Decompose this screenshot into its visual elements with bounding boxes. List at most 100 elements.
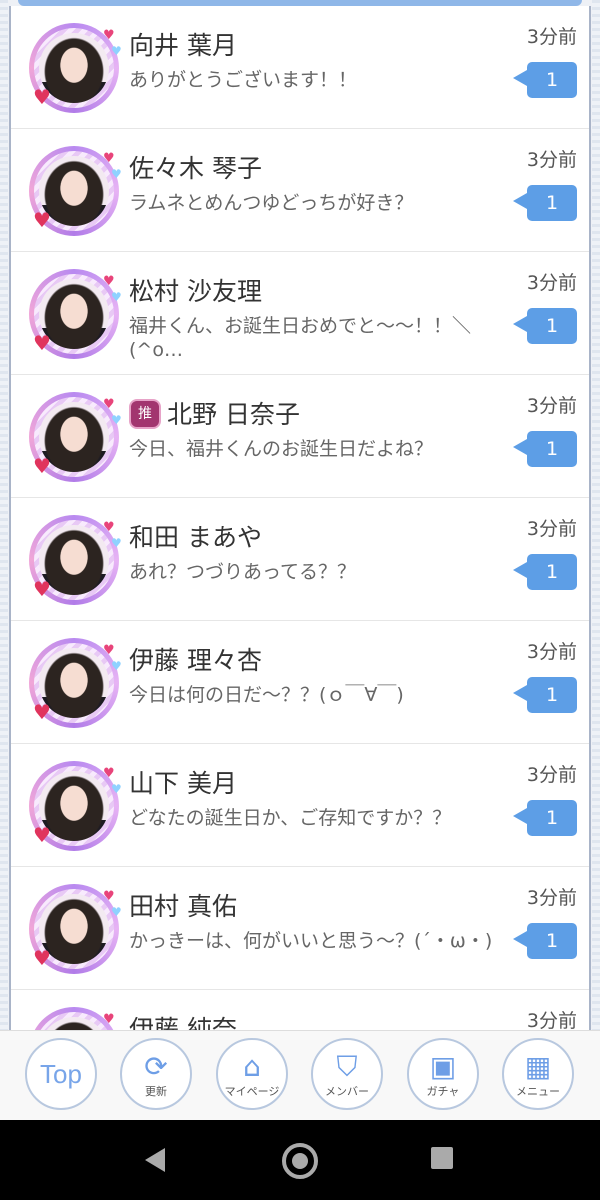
oshi-badge: 推 <box>129 399 161 429</box>
last-message: 福井くん、お誕生日おめでと〜〜！！＼(^o… <box>129 315 472 361</box>
nav-mypage-button[interactable]: ⌂ マイページ <box>216 1038 288 1110</box>
member-name: 和田 まあや <box>129 523 262 552</box>
avatar: ♥ ♥ ♥ <box>29 392 122 482</box>
member-name: 伊藤 理々杏 <box>129 646 262 675</box>
last-message: 今日は何の日だ〜？？(ｏ￣∀￣) <box>129 684 404 706</box>
heart-icon: ♥ <box>33 577 51 601</box>
background-pattern-right <box>592 0 600 1030</box>
heart-icon: ♥ <box>111 290 122 304</box>
heart-icon: ♥ <box>103 28 115 43</box>
chat-row[interactable]: ♥ ♥ ♥ 田村 真佑 かっきーは、何がいいと思う〜？(´・ω・) 3分前 1 <box>11 867 589 990</box>
back-icon[interactable] <box>145 1148 165 1172</box>
timestamp: 3分前 <box>526 272 577 294</box>
nav-menu-button[interactable]: ▦ メニュー <box>502 1038 574 1110</box>
menu-label: メニュー <box>516 1085 560 1098</box>
timestamp: 3分前 <box>526 641 577 663</box>
grid-icon: ▦ <box>524 1050 552 1083</box>
last-message: どなたの誕生日か、ご存知ですか？？ <box>129 807 452 829</box>
member-name: 北野 日奈子 <box>167 400 300 429</box>
nav-gacha-button[interactable]: ▣ ガチャ <box>407 1038 479 1110</box>
heart-icon: ♥ <box>33 700 51 724</box>
chat-row[interactable]: ♥ ♥ ♥ 向井 葉月 ありがとうございます！！ 3分前 1 <box>11 6 589 129</box>
member-name: 伊藤 純奈 <box>129 1015 237 1030</box>
avatar: ♥ ♥ ♥ <box>29 761 122 851</box>
avatar: ♥ <box>29 1007 119 1030</box>
refresh-icon: ⟳ <box>144 1050 168 1083</box>
heart-icon: ♥ <box>103 889 115 904</box>
house-icon: ⌂ <box>243 1050 261 1083</box>
heart-icon: ♥ <box>33 331 51 355</box>
chat-row[interactable]: ♥ ♥ ♥ 山下 美月 どなたの誕生日か、ご存知ですか？？ 3分前 1 <box>11 744 589 867</box>
unread-badge: 1 <box>513 554 577 590</box>
heart-icon: ♥ <box>33 85 51 109</box>
chat-row[interactable]: ♥ ♥ ♥ 推北野 日奈子 今日、福井くんのお誕生日だよね？ 3分前 1 <box>11 375 589 498</box>
chat-row[interactable]: ♥ ♥ ♥ 和田 まあや あれ？つづりあってる？？ 3分前 1 <box>11 498 589 621</box>
last-message: ラムネとめんつゆどっちが好き？ <box>129 192 414 214</box>
heart-icon: ♥ <box>33 946 51 970</box>
timestamp: 3分前 <box>526 26 577 48</box>
nav-top-button[interactable]: Top <box>25 1038 97 1110</box>
heart-icon: ♥ <box>33 823 51 847</box>
unread-badge: 1 <box>513 677 577 713</box>
last-message: かっきーは、何がいいと思う〜？(´・ω・) <box>129 930 493 952</box>
avatar: ♥ ♥ ♥ <box>29 884 122 974</box>
heart-icon: ♥ <box>33 208 51 232</box>
heart-icon: ♥ <box>103 397 115 412</box>
member-label: メンバー <box>325 1085 369 1098</box>
top-label: Top <box>40 1059 82 1089</box>
heart-icon: ♥ <box>111 782 122 796</box>
timestamp: 3分前 <box>526 149 577 171</box>
timestamp: 3分前 <box>526 764 577 786</box>
refresh-label: 更新 <box>145 1085 167 1098</box>
member-name: 佐々木 琴子 <box>129 154 262 183</box>
avatar: ♥ ♥ ♥ <box>29 269 122 359</box>
recents-icon[interactable] <box>431 1147 453 1169</box>
heart-icon: ♥ <box>103 520 115 535</box>
chat-list[interactable]: ♥ ♥ ♥ 向井 葉月 ありがとうございます！！ 3分前 1 ♥ ♥ ♥ 佐々木 琴子 … <box>9 6 591 1030</box>
nav-refresh-button[interactable]: ⟳ 更新 <box>120 1038 192 1110</box>
nav-member-button[interactable]: ⛉ メンバー <box>311 1038 383 1110</box>
timestamp: 3分前 <box>526 518 577 540</box>
home-icon[interactable] <box>282 1143 318 1179</box>
mypage-label: マイページ <box>224 1085 280 1098</box>
member-name: 田村 真佑 <box>129 892 237 921</box>
member-photo <box>39 1017 109 1030</box>
heart-icon: ♥ <box>111 536 122 550</box>
background-pattern-left <box>0 0 8 1030</box>
heart-icon: ♥ <box>111 413 122 427</box>
heart-icon: ♥ <box>111 167 122 181</box>
heart-icon: ♥ <box>103 151 115 166</box>
timestamp: 3分前 <box>526 395 577 417</box>
card-icon: ▣ <box>429 1050 457 1083</box>
last-message: ありがとうございます！！ <box>129 69 358 91</box>
chat-row[interactable]: ♥ ♥ ♥ 佐々木 琴子 ラムネとめんつゆどっちが好き？ 3分前 1 <box>11 129 589 252</box>
last-message: あれ？つづりあってる？？ <box>129 561 357 583</box>
last-message: 今日、福井くんのお誕生日だよね？ <box>129 438 434 460</box>
heart-icon: ♥ <box>103 766 115 781</box>
unread-badge: 1 <box>513 62 577 98</box>
heart-icon: ♥ <box>103 643 115 658</box>
gacha-label: ガチャ <box>426 1085 460 1098</box>
shield-icon: ⛉ <box>336 1050 358 1083</box>
timestamp: 3分前 <box>526 1010 577 1030</box>
member-name-with-oshi: 推北野 日奈子 <box>129 395 300 431</box>
heart-icon: ♥ <box>111 44 122 58</box>
heart-icon: ♥ <box>111 905 122 919</box>
timestamp: 3分前 <box>526 887 577 909</box>
chat-row[interactable]: ♥ ♥ ♥ 松村 沙友理 福井くん、お誕生日おめでと〜〜！！＼(^o… 3分前 1 <box>11 252 589 375</box>
avatar: ♥ ♥ ♥ <box>29 515 122 605</box>
unread-badge: 1 <box>513 308 577 344</box>
unread-badge: 1 <box>513 185 577 221</box>
bottom-nav: Top ⟳ 更新 ⌂ マイページ ⛉ メンバー ▣ ガチャ ▦ メニュー <box>0 1030 600 1121</box>
chat-row[interactable]: ♥ 伊藤 純奈 3分前 <box>11 990 589 1030</box>
chat-row[interactable]: ♥ ♥ ♥ 伊藤 理々杏 今日は何の日だ〜？？(ｏ￣∀￣) 3分前 1 <box>11 621 589 744</box>
heart-icon: ♥ <box>103 274 115 289</box>
unread-badge: 1 <box>513 923 577 959</box>
member-name: 向井 葉月 <box>129 31 237 60</box>
heart-icon: ♥ <box>33 454 51 478</box>
avatar: ♥ ♥ ♥ <box>29 146 122 236</box>
member-name: 山下 美月 <box>129 769 237 798</box>
avatar: ♥ ♥ ♥ <box>29 638 122 728</box>
avatar: ♥ ♥ ♥ <box>29 23 122 113</box>
unread-badge: 1 <box>513 431 577 467</box>
